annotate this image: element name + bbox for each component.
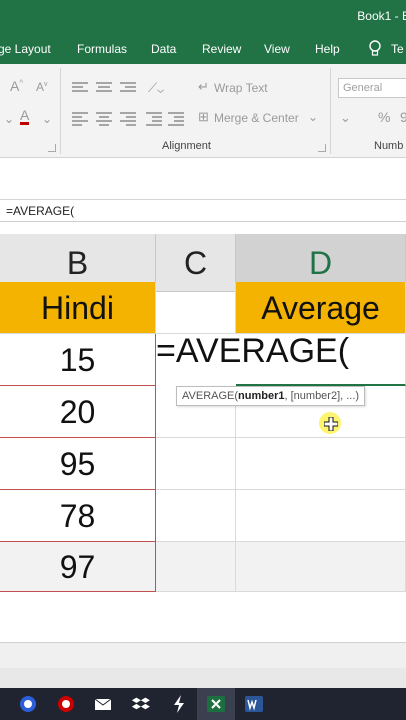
merge-center-button[interactable]: Merge & Center	[214, 111, 299, 125]
tab-formulas[interactable]: Formulas	[77, 42, 127, 56]
tab-view[interactable]: View	[264, 42, 290, 56]
font-color-icon[interactable]: A	[20, 108, 30, 125]
dropbox-icon[interactable]	[131, 694, 151, 714]
tab-tell-me[interactable]: Te	[391, 42, 404, 56]
cell-d-row5[interactable]	[236, 542, 406, 592]
accounting-format-icon[interactable]: ⌄	[340, 110, 351, 126]
ribbon-tabs: ge Layout Formulas Data Review View Help…	[0, 34, 406, 64]
lightbulb-icon[interactable]	[368, 40, 382, 58]
excel-icon[interactable]	[206, 694, 226, 714]
mail-icon[interactable]	[93, 694, 113, 714]
font-dialog-launcher-icon[interactable]	[48, 144, 56, 152]
cell-c-row4[interactable]	[156, 490, 236, 542]
increase-indent-icon[interactable]	[168, 112, 184, 126]
number-group-label: Numb	[374, 140, 404, 152]
middle-align-icon[interactable]	[96, 82, 112, 96]
tooltip-function: AVERAGE(	[182, 390, 239, 402]
tab-data[interactable]: Data	[151, 42, 176, 56]
alignment-group-label: Alignment	[162, 140, 211, 152]
function-tooltip[interactable]: AVERAGE(number1, [number2], ...)	[176, 386, 366, 406]
align-left-icon[interactable]	[72, 112, 88, 126]
window-title: Book1 - E	[357, 9, 406, 23]
formula-bar-area	[0, 158, 406, 200]
tab-page-layout[interactable]: ge Layout	[0, 42, 51, 56]
bottom-align-icon[interactable]	[120, 82, 136, 96]
ribbon-body: A^ Av ⌄ A ⌄ ⟋⌄ ↵ Wrap Text ⊞ Merge & Cen…	[0, 64, 406, 158]
sheet-tabs-bar	[0, 642, 406, 668]
increase-font-icon[interactable]: A^	[10, 78, 23, 94]
spreadsheet-grid: B C D Hindi Average 15 20 95 78 97 =AVER…	[0, 222, 406, 642]
cell-b-row1[interactable]: 15	[0, 334, 156, 386]
ribbon-divider	[60, 68, 61, 154]
app-icon[interactable]	[56, 694, 76, 714]
tooltip-rest: , [number2], ...)	[284, 390, 360, 402]
wrap-text-button[interactable]: Wrap Text	[214, 81, 268, 95]
cell-b-row2[interactable]: 20	[0, 386, 156, 438]
merge-dropdown-icon[interactable]: ⌄	[308, 110, 318, 124]
cell-b-row4[interactable]: 78	[0, 490, 156, 542]
cell-b-row5[interactable]: 97	[0, 542, 156, 592]
cell-c-header[interactable]	[156, 282, 236, 334]
wrap-text-icon[interactable]: ↵	[198, 79, 209, 95]
taskbar	[0, 688, 406, 720]
tab-help[interactable]: Help	[315, 42, 340, 56]
alignment-dialog-launcher-icon[interactable]	[318, 144, 326, 152]
title-bar: Book1 - E	[0, 0, 406, 34]
cell-c-row5[interactable]	[156, 542, 236, 592]
ribbon-divider	[330, 68, 331, 154]
align-center-icon[interactable]	[96, 112, 112, 126]
tab-review[interactable]: Review	[202, 42, 241, 56]
cell-c-row3[interactable]	[156, 438, 236, 490]
number-format-select[interactable]: General	[338, 78, 406, 98]
cell-b-header[interactable]: Hindi	[0, 282, 156, 334]
app-icon[interactable]	[18, 694, 38, 714]
status-bar	[0, 668, 406, 688]
tooltip-arg1[interactable]: number1	[238, 390, 284, 402]
orientation-icon[interactable]: ⟋⌄	[148, 80, 164, 96]
cell-d-row4[interactable]	[236, 490, 406, 542]
cell-cursor-icon	[324, 417, 338, 431]
cell-editing-text[interactable]: =AVERAGE(	[156, 332, 349, 371]
comma-style-button[interactable]: 9	[400, 109, 406, 125]
dropdown-icon[interactable]: ⌄	[4, 112, 14, 126]
cell-b-row3[interactable]: 95	[0, 438, 156, 490]
excel-window: Book1 - E ge Layout Formulas Data Review…	[0, 0, 406, 720]
formula-input[interactable]: =AVERAGE(	[0, 200, 406, 222]
word-icon[interactable]	[244, 694, 264, 714]
decrease-font-icon[interactable]: Av	[36, 80, 48, 94]
lightning-icon[interactable]	[169, 694, 189, 714]
top-align-icon[interactable]	[72, 82, 88, 96]
percent-style-button[interactable]: %	[378, 109, 390, 125]
decrease-indent-icon[interactable]	[146, 112, 162, 126]
merge-icon[interactable]: ⊞	[198, 109, 209, 125]
cell-d-row3[interactable]	[236, 438, 406, 490]
font-color-dropdown-icon[interactable]: ⌄	[42, 112, 52, 126]
align-right-icon[interactable]	[120, 112, 136, 126]
cell-d-header[interactable]: Average	[236, 282, 406, 334]
